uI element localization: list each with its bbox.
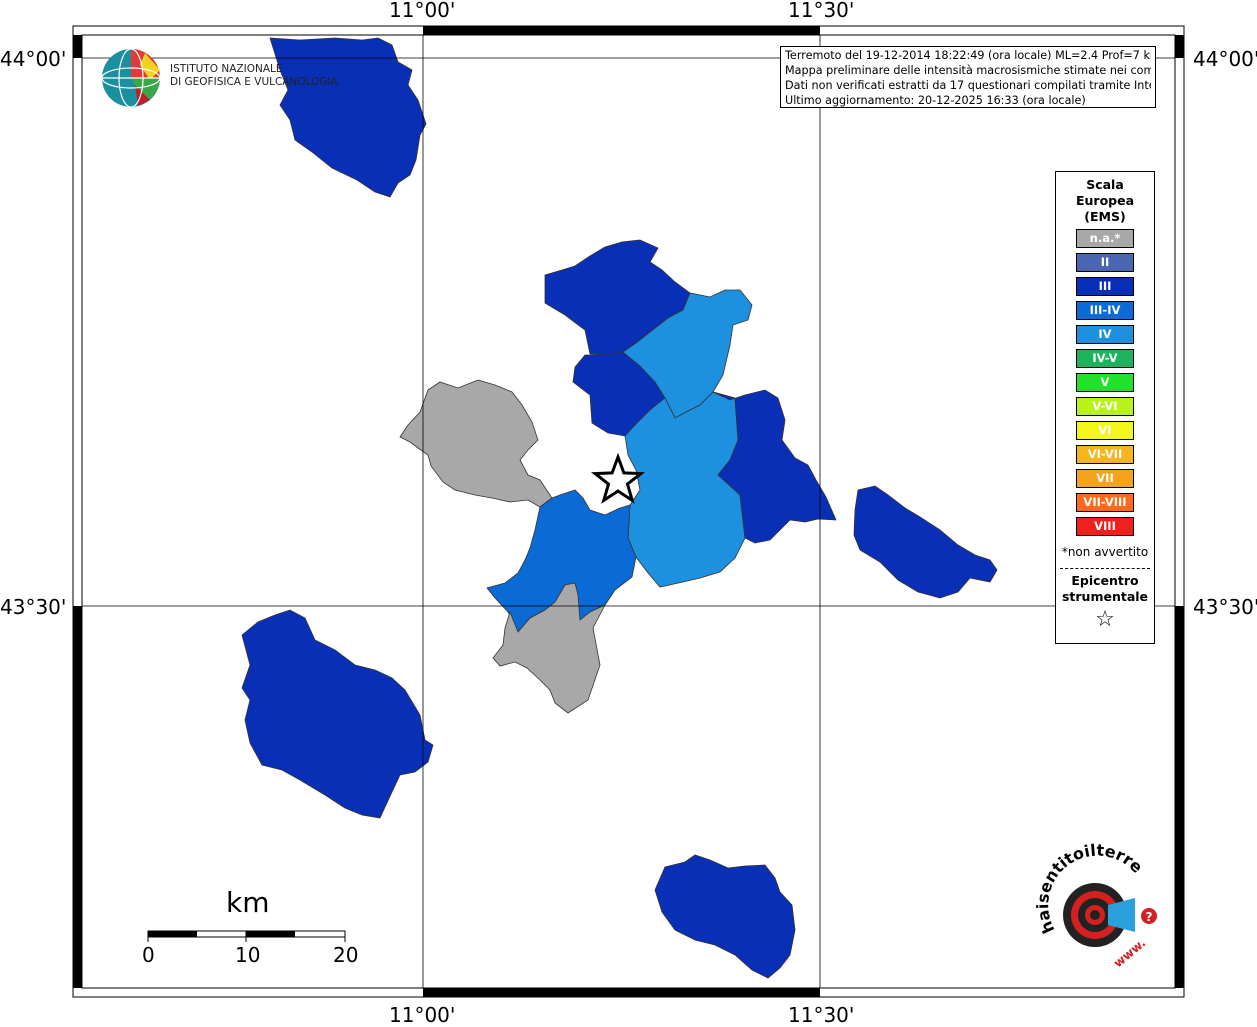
legend-title-line2: Europea: [1075, 193, 1135, 208]
lat-label-right-top: 44°00': [1193, 47, 1257, 71]
info-line2: Mappa preliminare delle intensità macros…: [785, 64, 1151, 77]
legend-note: *non avvertito: [1061, 545, 1149, 559]
lat-label-left-top: 44°00': [0, 47, 67, 71]
legend-swatch-iv-v: IV-V: [1076, 349, 1134, 368]
ingv-globe-icon: [101, 48, 161, 108]
lon-label-top-right: 11°30': [788, 0, 855, 22]
scale-tick-0: 0: [142, 943, 155, 967]
ems-legend: Scala Europea (EMS) *non avvertito Epice…: [1055, 171, 1155, 644]
ingv-logo-text: ISTITUTO NAZIONALE DI GEOFISICA E VULCAN…: [170, 63, 338, 89]
event-info-box: Terremoto del 19-12-2014 18:22:49 (ora l…: [780, 46, 1156, 108]
legend-swatch-iii-iv: III-IV: [1076, 301, 1134, 320]
legend-swatch-v: V: [1076, 373, 1134, 392]
lat-label-left-bottom: 43°30': [0, 595, 67, 619]
legend-epicentre-label: Epicentro strumentale: [1056, 573, 1154, 605]
ingv-line1: ISTITUTO NAZIONALE: [170, 63, 283, 75]
haisentito-logo-icon: ? haisentitoilterremoto.it www.: [0, 0, 1157, 970]
legend-swatch-iv: IV: [1076, 325, 1134, 344]
legend-swatch-v-vi: V-VI: [1076, 397, 1134, 416]
legend-divider: [1060, 568, 1150, 569]
lon-label-bottom-left: 11°00': [389, 1003, 456, 1027]
lat-label-right-bottom: 43°30': [1193, 595, 1257, 619]
scale-tick-20: 20: [333, 943, 359, 967]
info-line1: Terremoto del 19-12-2014 18:22:49 (ora l…: [785, 49, 1151, 62]
comune-south-east: [654, 854, 796, 979]
legend-swatch-vi-vii: VI-VII: [1076, 445, 1134, 464]
ingv-line2: DI GEOFISICA E VULCANOLOGIA: [170, 76, 338, 88]
legend-swatch-vi: VI: [1076, 421, 1134, 440]
legend-swatch-iii: III: [1076, 277, 1134, 296]
legend-title-line3: (EMS): [1084, 209, 1126, 224]
info-line3: Dati non verificati estratti da 17 quest…: [785, 79, 1151, 92]
comune-center-iv: [624, 391, 746, 588]
info-line4: Ultimo aggiornamento: 20-12-2025 16:33 (…: [785, 94, 1086, 107]
svg-text:?: ?: [1146, 910, 1153, 924]
comune-south-west-big: [241, 609, 434, 819]
lon-label-top-left: 11°00': [389, 0, 456, 22]
svg-text:haisentitoilterremoto.it: haisentitoilterremoto.it: [0, 0, 1147, 936]
legend-epi-line1: Epicentro: [1071, 573, 1139, 588]
legend-swatch-ii: II: [1076, 253, 1134, 272]
comune-north-west: [269, 37, 427, 198]
scale-bar: [147, 930, 346, 942]
legend-swatch-vii: VII: [1076, 469, 1134, 488]
haisentito-text: haisentitoilterremoto.it: [0, 0, 1147, 936]
legend-epi-line2: strumentale: [1061, 589, 1149, 604]
scale-tick-10: 10: [235, 943, 261, 967]
legend-swatch-vii-viii: VII-VIII: [1076, 493, 1134, 512]
legend-swatch-viii: VIII: [1076, 517, 1134, 536]
scale-unit: km: [226, 886, 270, 919]
legend-title: Scala Europea (EMS): [1056, 177, 1154, 225]
municipalities: [241, 37, 998, 979]
haisentito-www: www.: [1111, 936, 1148, 971]
legend-title-line1: Scala: [1086, 177, 1124, 192]
lon-label-bottom-right: 11°30': [788, 1003, 855, 1027]
comune-east-b: [853, 485, 998, 599]
legend-swatch-n-a: n.a.*: [1076, 229, 1134, 248]
legend-star-icon: ☆: [1095, 607, 1115, 632]
